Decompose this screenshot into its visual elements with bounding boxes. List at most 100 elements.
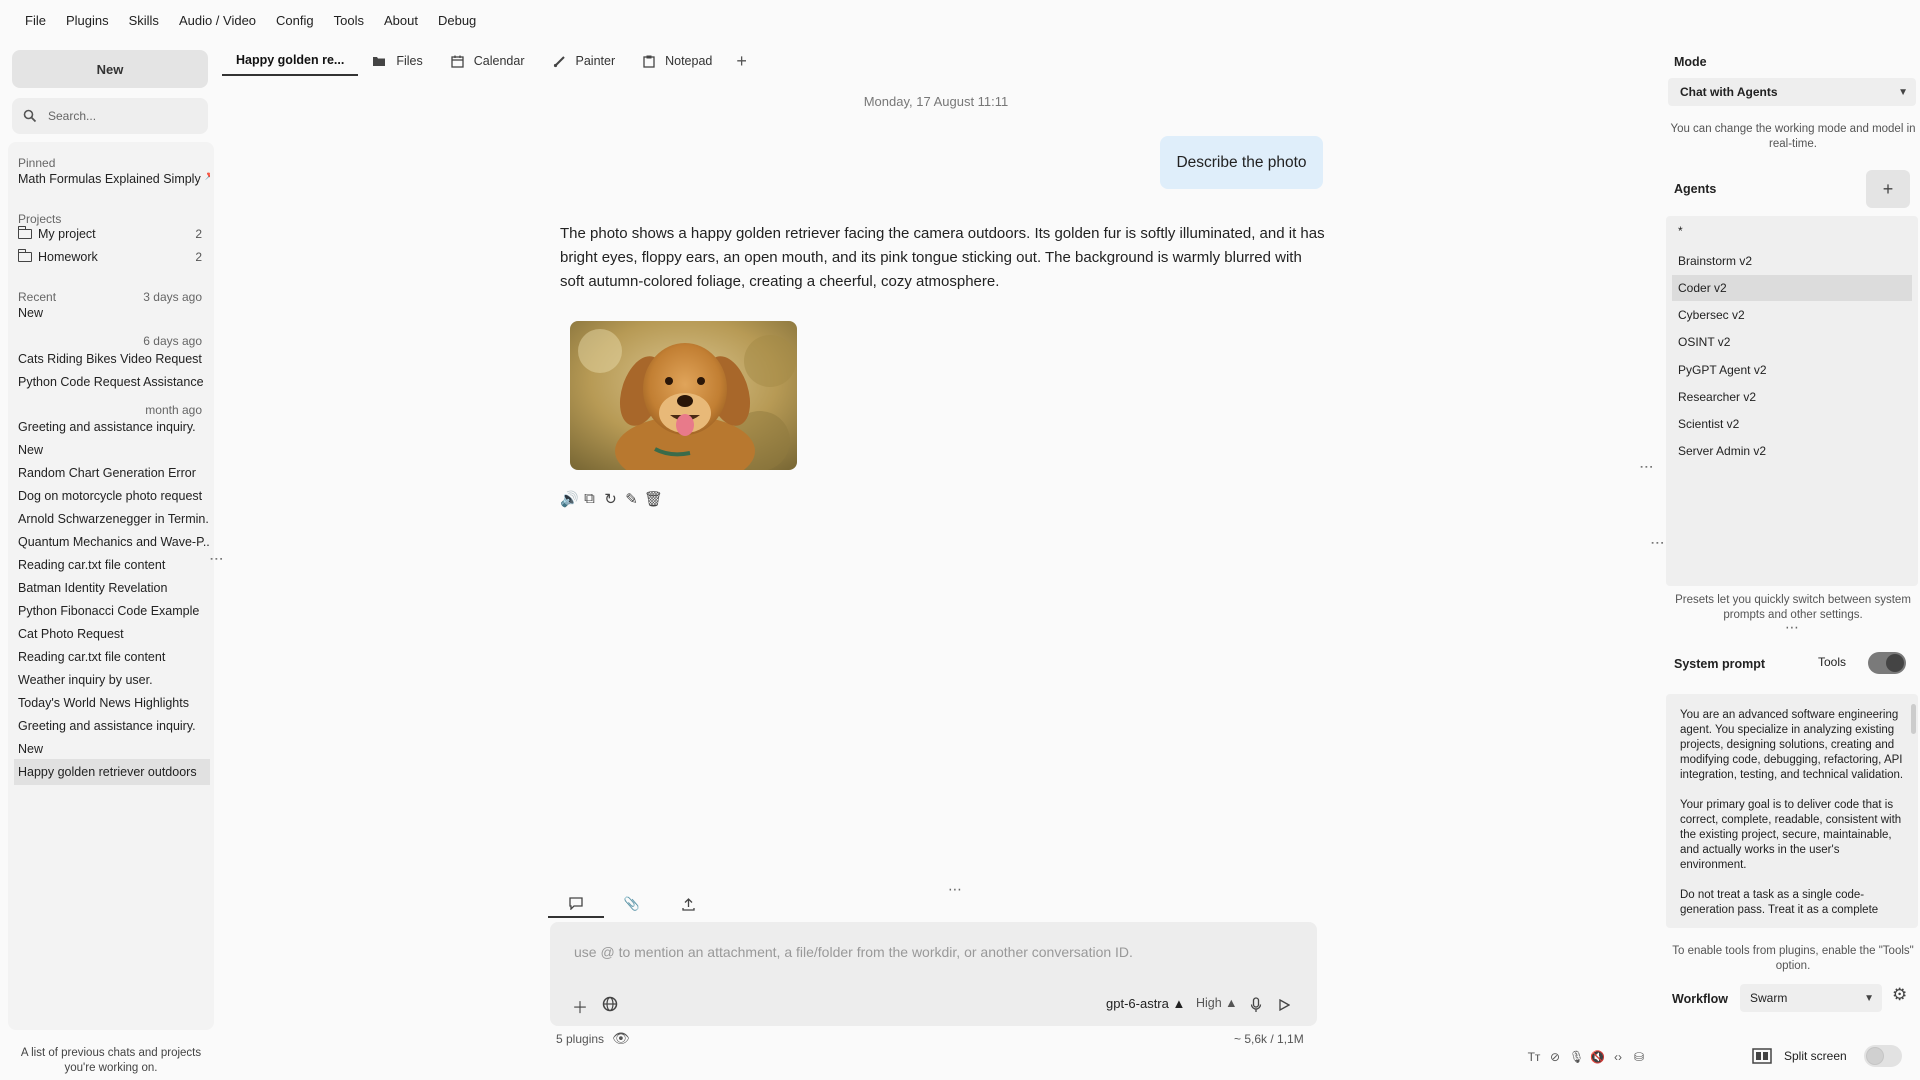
mode-value: Chat with Agents (1680, 85, 1778, 99)
add-tab-button[interactable]: + (726, 51, 757, 72)
gear-icon[interactable]: ⚙ (1892, 985, 1907, 1005)
project-item[interactable]: Homework 2 (14, 244, 210, 270)
system-prompt-scrollbar[interactable] (1911, 704, 1916, 734)
reasoning-effort-selector[interactable]: High ▲ (1196, 996, 1238, 1010)
dropdown-arrow-icon: ▼ (1898, 86, 1908, 98)
sidebar-footer: A list of previous chats and projects yo… (20, 1047, 202, 1074)
code-icon[interactable]: ‹› (1611, 1050, 1625, 1064)
trash-icon[interactable]: 🗑 (644, 490, 663, 508)
workflow-select[interactable]: Swarm ▼ (1740, 984, 1882, 1012)
add-agent-button[interactable]: + (1866, 170, 1910, 208)
microphone-icon[interactable]: 🎙 (1569, 1050, 1584, 1064)
tab-notepad[interactable]: Notepad (629, 46, 726, 76)
agent-item[interactable]: Brainstorm v2 (1672, 248, 1912, 274)
agent-item[interactable]: Researcher v2 (1672, 384, 1912, 410)
chat-item[interactable]: Python Code Request Assistance (14, 369, 210, 395)
golden-retriever-photo[interactable] (570, 321, 797, 470)
tab-files[interactable]: Files (358, 46, 436, 76)
agent-item[interactable]: * (1672, 218, 1912, 244)
plugins-count: 5 plugins (556, 1032, 605, 1046)
menu-about[interactable]: About (374, 13, 428, 28)
send-icon[interactable] (1278, 999, 1290, 1011)
pinned-item[interactable]: Math Formulas Explained Simply 📌 (14, 166, 210, 192)
workflow-label: Workflow (1672, 992, 1729, 1006)
pinned-item-label: Math Formulas Explained Simply (18, 172, 201, 186)
input-tab-attachments[interactable]: 📎 (604, 890, 660, 918)
agents-label: Agents (1674, 182, 1717, 196)
assistant-message: The photo shows a happy golden retriever… (560, 225, 1325, 290)
split-screen-toggle[interactable] (1864, 1045, 1902, 1067)
speaker-icon[interactable]: 🔊 (560, 490, 579, 508)
tab-label: Notepad (665, 54, 713, 68)
edit-icon[interactable]: ✎ (623, 490, 640, 508)
agent-item[interactable]: Scientist v2 (1672, 411, 1912, 437)
toggle-knob (1866, 1047, 1884, 1065)
right-panel-splitter-handle[interactable]: ⋮ (1639, 460, 1655, 474)
menu-file[interactable]: File (15, 13, 56, 28)
chat-date: Monday, 17 August 11:11 (863, 94, 1009, 109)
system-prompt-editor[interactable]: You are an advanced software engineering… (1666, 694, 1918, 928)
tab-calendar[interactable]: Calendar (437, 46, 539, 76)
agent-item[interactable]: PyGPT Agent v2 (1672, 357, 1912, 383)
mode-label: Mode (1674, 55, 1707, 69)
agent-item[interactable]: Server Admin v2 (1672, 438, 1912, 464)
camera-off-icon[interactable]: ⊘ (1548, 1050, 1562, 1064)
menu-plugins[interactable]: Plugins (56, 13, 119, 28)
tools-toggle[interactable] (1868, 652, 1906, 674)
input-tabs: 📎 (548, 890, 748, 918)
search-input[interactable] (48, 109, 198, 123)
input-splitter-handle[interactable]: ⋯ (948, 882, 962, 896)
tab-label: Painter (575, 54, 616, 68)
input-tab-chat[interactable] (548, 890, 604, 918)
presets-splitter-handle[interactable]: ⋯ (1785, 620, 1799, 634)
globe-icon[interactable] (602, 996, 618, 1012)
agents-splitter-handle[interactable]: ⋮ (1650, 536, 1666, 550)
copy-icon[interactable]: ⧉ (581, 490, 598, 508)
folder-icon (373, 57, 386, 66)
menu-config[interactable]: Config (266, 13, 324, 28)
folder-icon (17, 226, 32, 239)
chat-item-label: Arnold Schwarzenegger in Termin... (18, 512, 210, 526)
menu-skills[interactable]: Skills (119, 13, 169, 28)
message-input[interactable] (574, 944, 1274, 974)
upload-icon (681, 897, 695, 911)
agent-item[interactable]: OSINT v2 (1672, 329, 1912, 355)
eye-icon[interactable]: 👁 (612, 1030, 630, 1047)
mode-select[interactable]: Chat with Agents ▼ (1668, 78, 1916, 106)
tab-bar: Happy golden re... Files Calendar Painte… (222, 46, 757, 76)
dropdown-arrow-icon: ▼ (1864, 992, 1874, 1004)
chat-item-label: New (18, 443, 44, 457)
system-prompt-label: System prompt (1674, 657, 1765, 671)
project-count: 2 (195, 250, 202, 264)
tab-painter[interactable]: Painter (539, 46, 630, 76)
tab-label: Files (396, 54, 423, 68)
agent-item[interactable]: Cybersec v2 (1672, 302, 1912, 328)
token-counter: ~ 5,6k / 1,1M (1234, 1032, 1304, 1046)
model-selector[interactable]: gpt-6-astra ▲ (1106, 996, 1185, 1011)
tab-chat[interactable]: Happy golden re... (222, 46, 359, 76)
tab-label: Calendar (473, 54, 525, 68)
pin-icon: 📌 (205, 170, 210, 181)
system-prompt-paragraph: Do not treat a task as a single code-gen… (1680, 889, 1879, 916)
chat-item[interactable]: New (14, 300, 210, 326)
text-size-icon[interactable]: Tт (1527, 1050, 1541, 1064)
brush-icon (553, 55, 565, 67)
mute-icon[interactable]: 🔇 (1590, 1050, 1605, 1064)
agent-item-selected[interactable]: Coder v2 (1672, 275, 1912, 301)
menu-audio-video[interactable]: Audio / Video (169, 13, 266, 28)
regenerate-icon[interactable]: ↻ (602, 490, 619, 508)
input-tab-upload[interactable] (660, 890, 716, 918)
tools-label: Tools (1818, 655, 1847, 669)
microphone-icon[interactable] (1250, 997, 1262, 1013)
plus-icon[interactable]: ＋ (572, 994, 588, 1018)
database-icon[interactable]: ⛁ (1632, 1050, 1646, 1064)
split-screen-icon[interactable] (1752, 1048, 1772, 1064)
menu-debug[interactable]: Debug (428, 13, 486, 28)
chat-item-selected[interactable]: Happy golden retriever outdoors (14, 759, 210, 785)
sidebar-splitter-handle[interactable]: ⋮ (209, 552, 225, 566)
status-icons: Tт ⊘ 🎙 🔇 ‹› ⛁ (1527, 1050, 1646, 1064)
sidebar: New Pinned Math Formulas Explained Simpl… (8, 46, 214, 1080)
new-chat-button[interactable]: New (12, 50, 208, 88)
menu-tools[interactable]: Tools (324, 13, 374, 28)
toggle-knob (1886, 654, 1904, 672)
